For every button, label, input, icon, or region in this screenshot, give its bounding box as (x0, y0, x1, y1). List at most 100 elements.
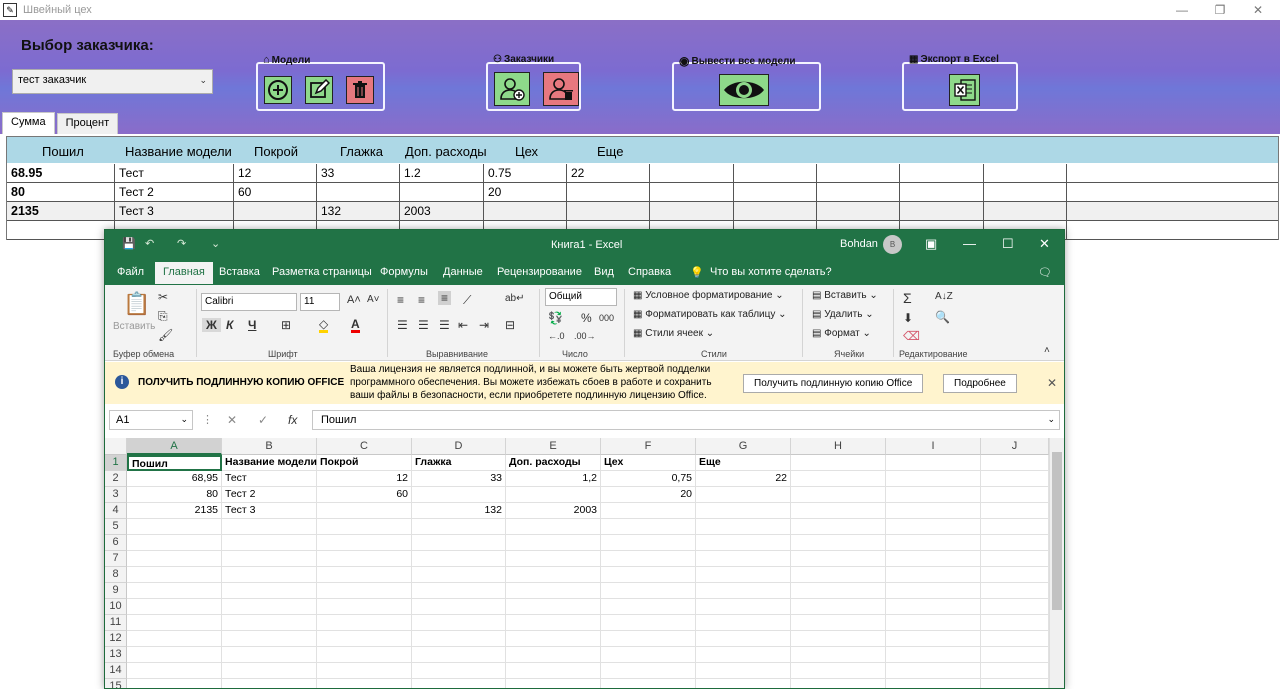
sheet-cell[interactable] (317, 647, 412, 663)
sheet-cell[interactable]: 20 (601, 487, 696, 503)
sheet-cell[interactable] (696, 583, 791, 599)
sheet-cell[interactable] (601, 631, 696, 647)
sheet-cell[interactable]: 12 (317, 471, 412, 487)
sheet-cell[interactable] (506, 631, 601, 647)
sheet-cell[interactable] (222, 599, 317, 615)
table-cell[interactable] (984, 183, 1067, 202)
orientation-icon[interactable]: ⟋ (463, 293, 471, 308)
sheet-cell[interactable] (412, 551, 506, 567)
sheet-cell[interactable] (506, 599, 601, 615)
tab-insert[interactable]: Вставка (219, 266, 260, 278)
merge-cells-icon[interactable]: ⊟ (505, 318, 515, 332)
table-cell[interactable]: 80 (7, 183, 115, 202)
table-cell[interactable]: 22 (567, 164, 650, 183)
table-cell[interactable] (234, 202, 317, 221)
sheet-cell[interactable] (506, 535, 601, 551)
cut-icon[interactable]: ✂ (158, 290, 168, 304)
add-customer-button[interactable] (494, 72, 530, 106)
decrease-indent-icon[interactable]: ⇤ (458, 318, 468, 332)
table-cell[interactable] (817, 183, 900, 202)
align-left-icon[interactable]: ☰ (397, 318, 408, 332)
sheet-cell[interactable]: 0,75 (601, 471, 696, 487)
sheet-cell[interactable] (886, 647, 981, 663)
row-header[interactable]: 15 (105, 679, 127, 688)
row-header[interactable]: 7 (105, 551, 127, 567)
table-cell[interactable]: 2135 (7, 202, 115, 221)
sheet-cell[interactable] (981, 631, 1049, 647)
tab-view[interactable]: Вид (594, 266, 614, 278)
sheet-cell[interactable]: 33 (412, 471, 506, 487)
sheet-cell[interactable] (791, 631, 886, 647)
align-bottom-icon[interactable]: ≡ (438, 291, 452, 305)
wrap-text-icon[interactable]: ab↵ (505, 293, 525, 304)
column-header-c[interactable]: C (317, 438, 412, 455)
table-cell[interactable] (400, 183, 484, 202)
table-cell[interactable]: 20 (484, 183, 567, 202)
sheet-cell[interactable] (696, 503, 791, 519)
sheet-cell[interactable] (222, 647, 317, 663)
column-header[interactable]: Пошил (42, 144, 84, 159)
sheet-cell[interactable] (791, 455, 886, 471)
sheet-cell[interactable] (791, 519, 886, 535)
increase-decimal-icon[interactable]: ←.0 (548, 331, 565, 341)
save-icon[interactable]: 💾 (122, 237, 136, 250)
sheet-cell[interactable] (886, 535, 981, 551)
sheet-cell[interactable] (412, 599, 506, 615)
sheet-cell[interactable] (696, 615, 791, 631)
close-button[interactable]: ✕ (1039, 236, 1050, 252)
sheet-cell[interactable] (981, 599, 1049, 615)
sheet-cell[interactable] (696, 519, 791, 535)
sheet-cell[interactable]: 60 (317, 487, 412, 503)
sheet-cell[interactable] (791, 583, 886, 599)
currency-icon[interactable]: 💱 (548, 311, 563, 325)
sheet-cell[interactable] (601, 599, 696, 615)
sheet-cell[interactable] (506, 615, 601, 631)
tell-me-search[interactable]: Что вы хотите сделать? (710, 266, 832, 278)
sheet-cell[interactable] (317, 567, 412, 583)
row-header[interactable]: 10 (105, 599, 127, 615)
table-row[interactable]: 2135 Тест 3 132 2003 (7, 202, 1278, 221)
get-genuine-office-button[interactable]: Получить подлинную копию Office (743, 374, 924, 393)
sheet-cell[interactable] (317, 663, 412, 679)
sheet-cell[interactable] (317, 519, 412, 535)
delete-model-button[interactable] (346, 76, 374, 104)
sheet-cell[interactable] (981, 663, 1049, 679)
column-header-g[interactable]: G (696, 438, 791, 455)
sheet-cell[interactable] (886, 567, 981, 583)
sheet-cell[interactable] (791, 647, 886, 663)
tab-home[interactable]: Главная (155, 262, 213, 284)
column-header-i[interactable]: I (886, 438, 981, 455)
table-cell[interactable]: 1.2 (400, 164, 484, 183)
column-header[interactable]: Доп. расходы (405, 144, 487, 159)
column-header-e[interactable]: E (506, 438, 601, 455)
sheet-cell[interactable] (981, 567, 1049, 583)
sheet-cell[interactable] (412, 487, 506, 503)
table-cell[interactable] (817, 202, 900, 221)
sheet-cell[interactable] (696, 487, 791, 503)
sheet-cell[interactable] (981, 647, 1049, 663)
sheet-cell[interactable] (222, 519, 317, 535)
sheet-cell[interactable] (601, 679, 696, 688)
customer-select[interactable]: тест заказчик ⌄ (12, 69, 213, 94)
sheet-cell[interactable] (317, 599, 412, 615)
sheet-cell[interactable] (127, 663, 222, 679)
sheet-cell[interactable]: 132 (412, 503, 506, 519)
thousands-separator-button[interactable]: 000 (599, 313, 614, 323)
table-cell[interactable] (650, 164, 734, 183)
table-cell[interactable] (650, 202, 734, 221)
sheet-cell[interactable]: Доп. расходы (506, 455, 601, 471)
tab-percent[interactable]: Процент (56, 113, 119, 134)
table-cell[interactable]: Тест (115, 164, 234, 183)
table-cell[interactable]: Тест 2 (115, 183, 234, 202)
font-name-box[interactable]: Calibri (201, 293, 297, 311)
sheet-cell[interactable] (981, 551, 1049, 567)
minimize-button[interactable]: — (963, 236, 976, 251)
sheet-cell[interactable]: Тест (222, 471, 317, 487)
qat-customize-icon[interactable]: ⌄ (211, 237, 220, 250)
sheet-cell[interactable] (696, 599, 791, 615)
row-header[interactable]: 14 (105, 663, 127, 679)
sheet-cell[interactable]: 68,95 (127, 471, 222, 487)
sheet-cell[interactable] (127, 615, 222, 631)
sheet-cell[interactable] (127, 567, 222, 583)
sheet-cell[interactable] (506, 519, 601, 535)
